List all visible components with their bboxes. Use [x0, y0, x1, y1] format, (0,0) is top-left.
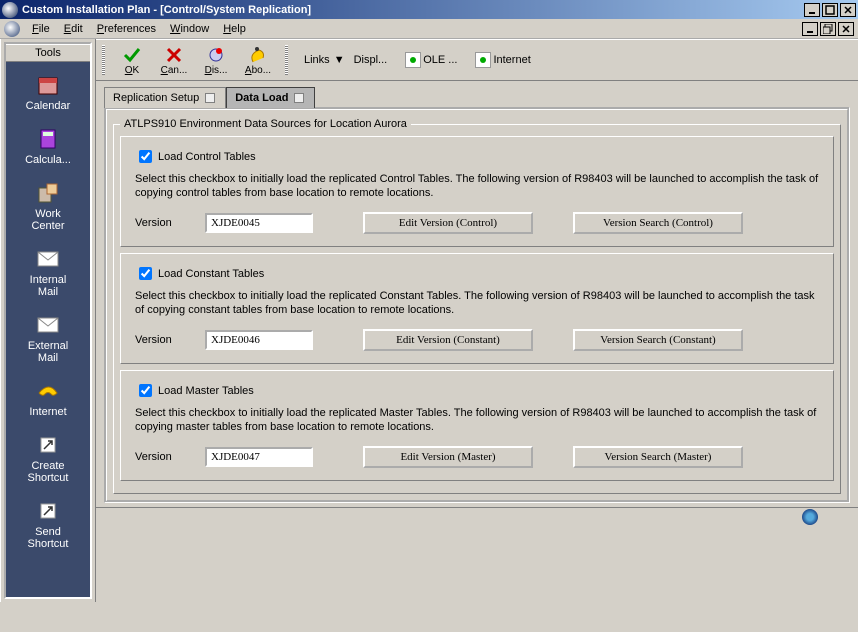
menu-file[interactable]: File	[26, 21, 56, 37]
submenu-icon[interactable]	[4, 21, 20, 37]
tool-calculator[interactable]: Calcula...	[6, 126, 90, 166]
edit-version-master-button[interactable]: Edit Version (Master)	[363, 446, 533, 468]
section-master-desc: Select this checkbox to initially load t…	[135, 406, 819, 434]
tab-replication-setup[interactable]: Replication Setup	[104, 87, 226, 108]
tool-calendar[interactable]: Calendar	[6, 72, 90, 112]
app-icon	[2, 2, 18, 18]
tool-internet[interactable]: Internet	[6, 378, 90, 418]
globe-icon	[802, 509, 818, 525]
load-master-checkbox[interactable]	[139, 384, 152, 397]
tab-data-load[interactable]: Data Load	[226, 87, 315, 108]
tools-header: Tools	[6, 44, 90, 62]
tool-create-shortcut[interactable]: CreateShortcut	[6, 432, 90, 484]
tab-corner-icon	[205, 93, 215, 103]
load-constant-checkbox[interactable]	[139, 267, 152, 280]
link-display[interactable]: Displ...	[351, 52, 391, 68]
version-control-input[interactable]	[205, 213, 313, 233]
version-constant-input[interactable]	[205, 330, 313, 350]
window-title: Custom Installation Plan - [Control/Syst…	[22, 4, 804, 16]
work-center-icon	[35, 180, 61, 206]
about-icon	[248, 45, 268, 65]
toolbar: OK Can... Dis... Abo... Links ▼ Displ...	[96, 39, 858, 81]
link-ole[interactable]: OLE ...	[402, 50, 460, 70]
section-control: Load Control Tables Select this checkbox…	[120, 136, 834, 247]
menu-window-label: indow	[180, 23, 209, 35]
version-search-control-button[interactable]: Version Search (Control)	[573, 212, 743, 234]
tool-work-center[interactable]: WorkCenter	[6, 180, 90, 232]
version-label: Version	[135, 334, 195, 346]
load-control-label: Load Control Tables	[158, 151, 256, 163]
cancel-button[interactable]: Can...	[153, 45, 195, 76]
check-icon	[122, 45, 142, 65]
edit-version-control-button[interactable]: Edit Version (Control)	[363, 212, 533, 234]
x-icon	[164, 45, 184, 65]
internet-icon	[475, 52, 491, 68]
section-constant: Load Constant Tables Select this checkbo…	[120, 253, 834, 364]
mail-icon	[35, 246, 61, 272]
edit-version-constant-button[interactable]: Edit Version (Constant)	[363, 329, 533, 351]
version-search-master-button[interactable]: Version Search (Master)	[573, 446, 743, 468]
menu-help[interactable]: Help	[217, 21, 252, 37]
tool-internal-mail[interactable]: InternalMail	[6, 246, 90, 298]
calendar-icon	[35, 72, 61, 98]
display-button[interactable]: Dis...	[195, 45, 237, 76]
tool-external-mail[interactable]: ExternalMail	[6, 312, 90, 364]
load-control-checkbox[interactable]	[139, 150, 152, 163]
load-constant-label: Load Constant Tables	[158, 268, 264, 280]
close-button[interactable]	[840, 3, 856, 17]
dropdown-icon[interactable]: ▼	[334, 54, 345, 66]
toolbar-grip	[102, 45, 105, 75]
mdi-minimize-button[interactable]	[802, 22, 818, 36]
version-label: Version	[135, 451, 195, 463]
mdi-restore-button[interactable]	[820, 22, 836, 36]
tab-strip: Replication Setup Data Load	[104, 87, 850, 108]
menu-bar: File Edit Preferences Window Help	[0, 19, 858, 39]
menu-edit-label: dit	[71, 23, 83, 35]
version-master-input[interactable]	[205, 447, 313, 467]
shortcut-icon	[35, 432, 61, 458]
display-icon	[206, 45, 226, 65]
mdi-close-button[interactable]	[838, 22, 854, 36]
ole-icon	[405, 52, 421, 68]
section-control-desc: Select this checkbox to initially load t…	[135, 172, 819, 200]
title-bar: Custom Installation Plan - [Control/Syst…	[0, 0, 858, 19]
maximize-button[interactable]	[822, 3, 838, 17]
tab-corner-icon	[294, 93, 304, 103]
menu-help-label: elp	[231, 23, 246, 35]
section-constant-desc: Select this checkbox to initially load t…	[135, 289, 819, 317]
minimize-button[interactable]	[804, 3, 820, 17]
link-internet[interactable]: Internet	[472, 50, 533, 70]
status-bar	[96, 507, 858, 525]
calculator-icon	[35, 126, 61, 152]
menu-preferences[interactable]: Preferences	[91, 21, 162, 37]
env-fieldset: ATLPS910 Environment Data Sources for Lo…	[113, 118, 841, 494]
phone-icon	[35, 378, 61, 404]
version-search-constant-button[interactable]: Version Search (Constant)	[573, 329, 743, 351]
menu-window[interactable]: Window	[164, 21, 215, 37]
about-button[interactable]: Abo...	[237, 45, 279, 76]
tab-panel: ATLPS910 Environment Data Sources for Lo…	[104, 107, 850, 503]
links-label: Links	[304, 54, 330, 66]
menu-edit[interactable]: Edit	[58, 21, 89, 37]
tool-send-shortcut[interactable]: SendShortcut	[6, 498, 90, 550]
tools-panel: Tools Calendar Calcula... WorkCenter Int…	[0, 39, 96, 602]
menu-file-label: ile	[39, 23, 50, 35]
load-master-label: Load Master Tables	[158, 385, 254, 397]
menu-pref-label: references	[104, 23, 156, 35]
mail-icon	[35, 312, 61, 338]
ok-button[interactable]: OK	[111, 45, 153, 76]
toolbar-grip	[285, 45, 288, 75]
section-master: Load Master Tables Select this checkbox …	[120, 370, 834, 481]
version-label: Version	[135, 217, 195, 229]
fieldset-legend: ATLPS910 Environment Data Sources for Lo…	[120, 118, 411, 130]
shortcut-icon	[35, 498, 61, 524]
